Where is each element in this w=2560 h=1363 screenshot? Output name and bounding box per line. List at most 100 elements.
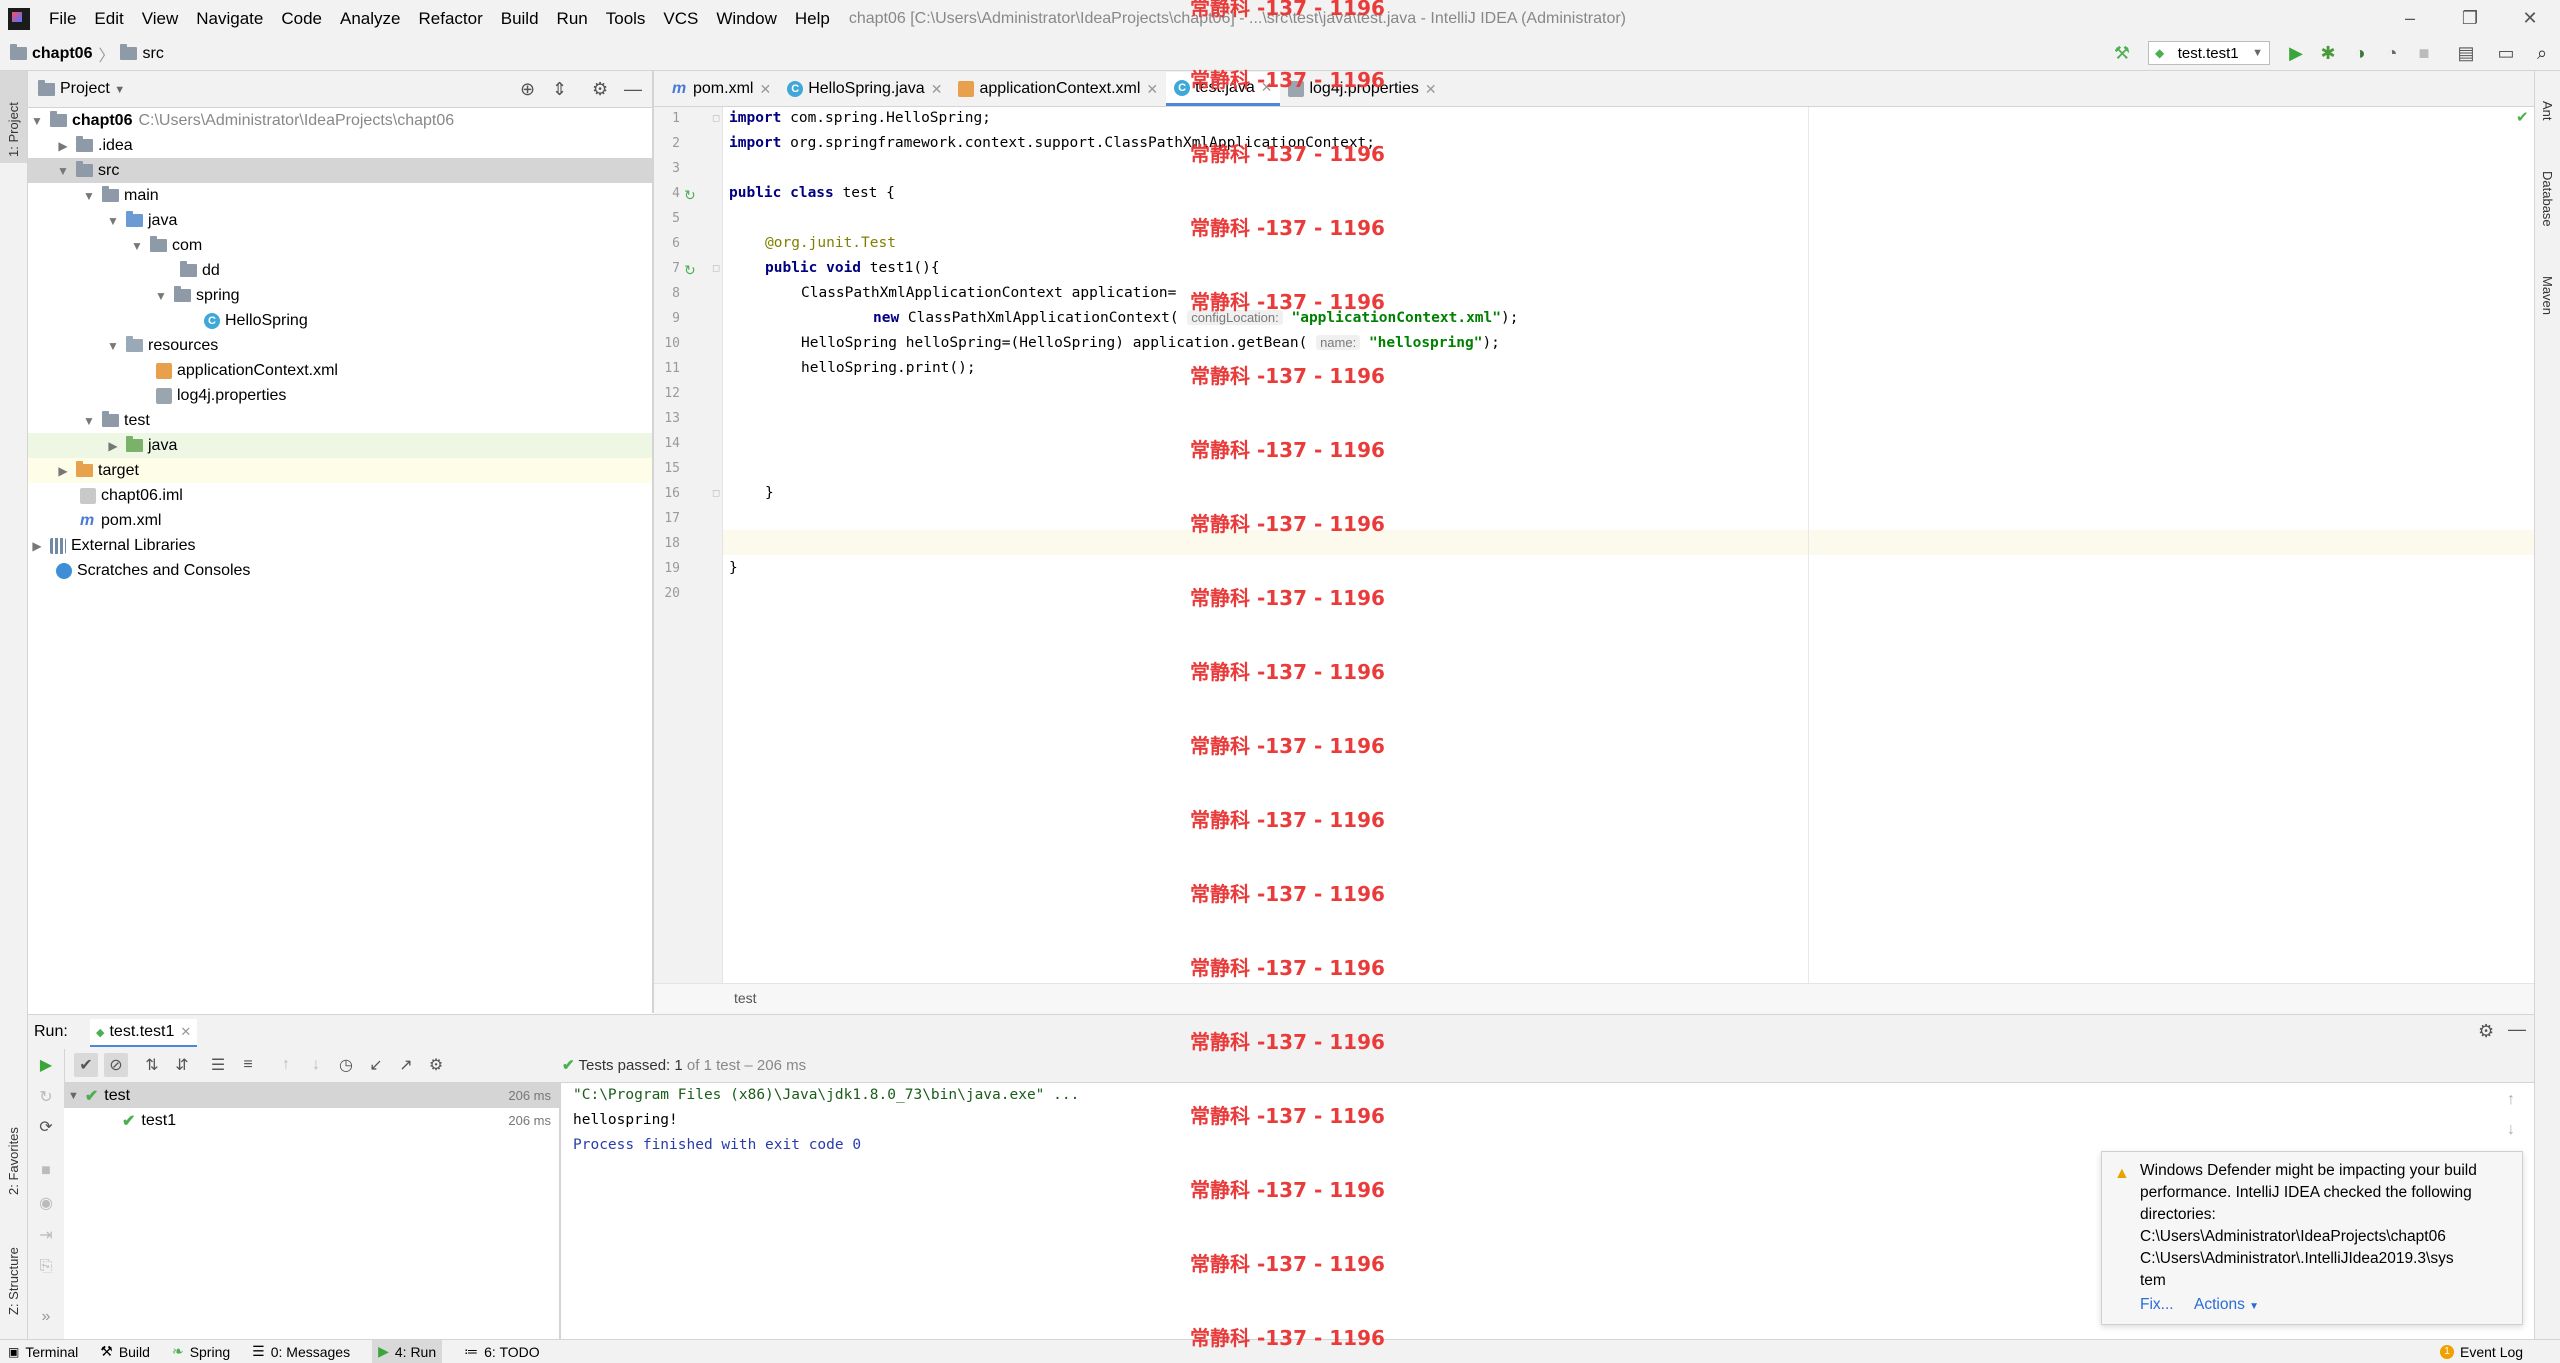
tree-node-target[interactable]: ▶ target — [28, 458, 652, 483]
chevron-down-icon[interactable]: ▼ — [154, 289, 168, 303]
tree-node-resources[interactable]: ▼ resources — [28, 333, 652, 358]
structure-stripe-button[interactable]: Z: Structure — [0, 1211, 27, 1321]
menu-view[interactable]: View — [133, 0, 188, 37]
tree-node-test-java[interactable]: ▶ java — [28, 433, 652, 458]
menu-run[interactable]: Run — [548, 0, 597, 37]
export-tests-icon[interactable]: ↗ — [394, 1053, 418, 1077]
tree-node-test[interactable]: ▼ test — [28, 408, 652, 433]
chevron-down-icon[interactable]: ▼ — [106, 214, 120, 228]
breadcrumb-src[interactable]: src — [120, 44, 164, 63]
scroll-up-icon[interactable]: ↑ — [2507, 1091, 2515, 1109]
chevron-right-icon[interactable]: ▶ — [30, 539, 44, 553]
run-tab-test-test1[interactable]: ◆ test.test1 ✕ — [90, 1019, 198, 1047]
inspection-ok-icon[interactable]: ✔ — [2516, 108, 2529, 126]
import-tests-icon[interactable]: ↙ — [364, 1053, 388, 1077]
ant-stripe-button[interactable]: Ant — [2535, 81, 2560, 131]
tree-node-pom-xml[interactable]: m pom.xml — [28, 508, 652, 533]
menu-navigate[interactable]: Navigate — [187, 0, 272, 37]
show-ignored-toggle-icon[interactable]: ⊘ — [104, 1053, 128, 1077]
chevron-down-icon[interactable]: ▼ — [130, 239, 144, 253]
hide-panel-icon[interactable]: — — [2508, 1019, 2526, 1040]
coverage-icon[interactable]: ◑ — [2348, 41, 2372, 65]
menu-help[interactable]: Help — [786, 0, 839, 37]
run-configuration-select[interactable]: ◆ test.test1 ▼ — [2148, 41, 2270, 65]
collapse-all-icon[interactable]: ≡ — [236, 1053, 260, 1077]
menu-build[interactable]: Build — [492, 0, 548, 37]
show-passed-toggle-icon[interactable]: ✔ — [74, 1053, 98, 1077]
breadcrumb-project[interactable]: chapt06 — [10, 44, 92, 63]
tree-node-chapt06-iml[interactable]: chapt06.iml — [28, 483, 652, 508]
sort-alpha-icon[interactable]: ⇅ — [140, 1053, 164, 1077]
tab-pom-xml[interactable]: m pom.xml ✕ — [664, 72, 779, 106]
tree-node-log4j-properties[interactable]: log4j.properties — [28, 383, 652, 408]
chevron-right-icon[interactable]: ▶ — [106, 439, 120, 453]
previous-failed-icon[interactable]: ↑ — [274, 1053, 298, 1077]
chevron-down-icon[interactable]: ▼ — [56, 164, 70, 178]
scroll-down-icon[interactable]: ↓ — [2507, 1121, 2515, 1139]
menu-code[interactable]: Code — [272, 0, 331, 37]
tree-node-com[interactable]: ▼ com — [28, 233, 652, 258]
chevron-down-icon[interactable]: ▼ — [106, 339, 120, 353]
close-window-button[interactable]: ✕ — [2500, 0, 2560, 37]
close-tab-icon[interactable]: ✕ — [1146, 81, 1158, 98]
menu-tools[interactable]: Tools — [597, 0, 655, 37]
tab-hellospring-java[interactable]: C HelloSpring.java ✕ — [779, 72, 950, 106]
menu-analyze[interactable]: Analyze — [331, 0, 409, 37]
project-view-selector[interactable]: Project ▼ — [60, 80, 125, 98]
chevron-down-icon[interactable]: ▼ — [30, 114, 44, 128]
close-tab-icon[interactable]: ✕ — [1425, 81, 1437, 98]
project-stripe-button[interactable]: 1: Project — [0, 71, 27, 163]
toolwindow-event-log[interactable]: 1 Event Log — [2440, 1344, 2523, 1360]
tree-node-idea[interactable]: ▶ .idea — [28, 133, 652, 158]
stop-icon[interactable]: ■ — [2412, 41, 2436, 65]
gear-icon[interactable]: ⚙ — [592, 79, 608, 100]
next-failed-icon[interactable]: ↓ — [304, 1053, 328, 1077]
favorites-stripe-button[interactable]: 2: Favorites — [0, 1101, 27, 1201]
database-stripe-button[interactable]: Database — [2535, 151, 2560, 251]
test-node-test[interactable]: ▼ ✔ test 206 ms — [64, 1083, 559, 1108]
toolwindow-build[interactable]: ⚒ Build — [100, 1343, 150, 1360]
actions-dropdown[interactable]: Actions ▼ — [2194, 1294, 2259, 1318]
tree-node-main-java[interactable]: ▼ java — [28, 208, 652, 233]
maven-stripe-button[interactable]: Maven — [2535, 256, 2560, 346]
editor-gutter[interactable]: 1 2 3 4 5 6 7 8 9 10 11 12 13 14 15 16 1… — [654, 107, 723, 983]
exit-icon[interactable]: ⇥ — [34, 1223, 58, 1247]
pin-tab-icon[interactable]: ⎘ — [34, 1255, 58, 1279]
debug-icon[interactable]: ✱ — [2316, 41, 2340, 65]
expand-all-icon[interactable]: ☰ — [206, 1053, 230, 1077]
tree-node-dd[interactable]: dd — [28, 258, 652, 283]
fix-link[interactable]: Fix... — [2140, 1294, 2174, 1316]
presentation-icon[interactable]: ▭ — [2494, 41, 2518, 65]
rerun-icon[interactable]: ▶ — [34, 1053, 58, 1077]
locate-file-icon[interactable]: ⊕ — [520, 79, 535, 100]
test-node-test1[interactable]: ✔ test1 206 ms — [64, 1108, 559, 1133]
test-history-icon[interactable]: ◷ — [334, 1053, 358, 1077]
menu-edit[interactable]: Edit — [85, 0, 132, 37]
chevron-down-icon[interactable]: ▼ — [82, 414, 96, 428]
stop-icon[interactable]: ■ — [34, 1159, 58, 1183]
chevron-down-icon[interactable]: ▼ — [68, 1090, 79, 1102]
tree-node-hellospring[interactable]: C HelloSpring — [28, 308, 652, 333]
tab-applicationcontext-xml[interactable]: applicationContext.xml ✕ — [950, 72, 1166, 106]
toolwindow-spring[interactable]: ❧ Spring — [172, 1343, 230, 1360]
toolwindow-messages[interactable]: ☰ 0: Messages — [252, 1343, 350, 1360]
chevron-right-icon[interactable]: ▶ — [56, 464, 70, 478]
chevron-down-icon[interactable]: ▼ — [82, 189, 96, 203]
hide-panel-icon[interactable]: — — [624, 79, 642, 100]
menu-refactor[interactable]: Refactor — [409, 0, 491, 37]
build-hammer-icon[interactable]: ⚒ — [2110, 41, 2134, 65]
toolwindow-run[interactable]: ▶ 4: Run — [372, 1340, 443, 1363]
search-icon[interactable]: ⌕ — [2530, 41, 2554, 65]
run-icon[interactable]: ▶ — [2284, 41, 2308, 65]
project-structure-icon[interactable]: ▤ — [2454, 41, 2478, 65]
tree-node-external-libraries[interactable]: ▶ External Libraries — [28, 533, 652, 558]
toolwindow-terminal[interactable]: ▣ Terminal — [8, 1344, 78, 1360]
gear-icon[interactable]: ⚙ — [2478, 1021, 2494, 1042]
toolwindow-todo[interactable]: ≔ 6: TODO — [464, 1343, 540, 1360]
tree-node-spring[interactable]: ▼ spring — [28, 283, 652, 308]
tree-node-applicationcontext-xml[interactable]: applicationContext.xml — [28, 358, 652, 383]
minimize-button[interactable]: – — [2380, 0, 2440, 37]
close-tab-icon[interactable]: ✕ — [759, 81, 771, 98]
toggle-auto-test-icon[interactable]: ⟳ — [34, 1115, 58, 1139]
tree-node-chapt06[interactable]: ▼ chapt06 C:\Users\Administrator\IdeaPro… — [28, 108, 652, 133]
